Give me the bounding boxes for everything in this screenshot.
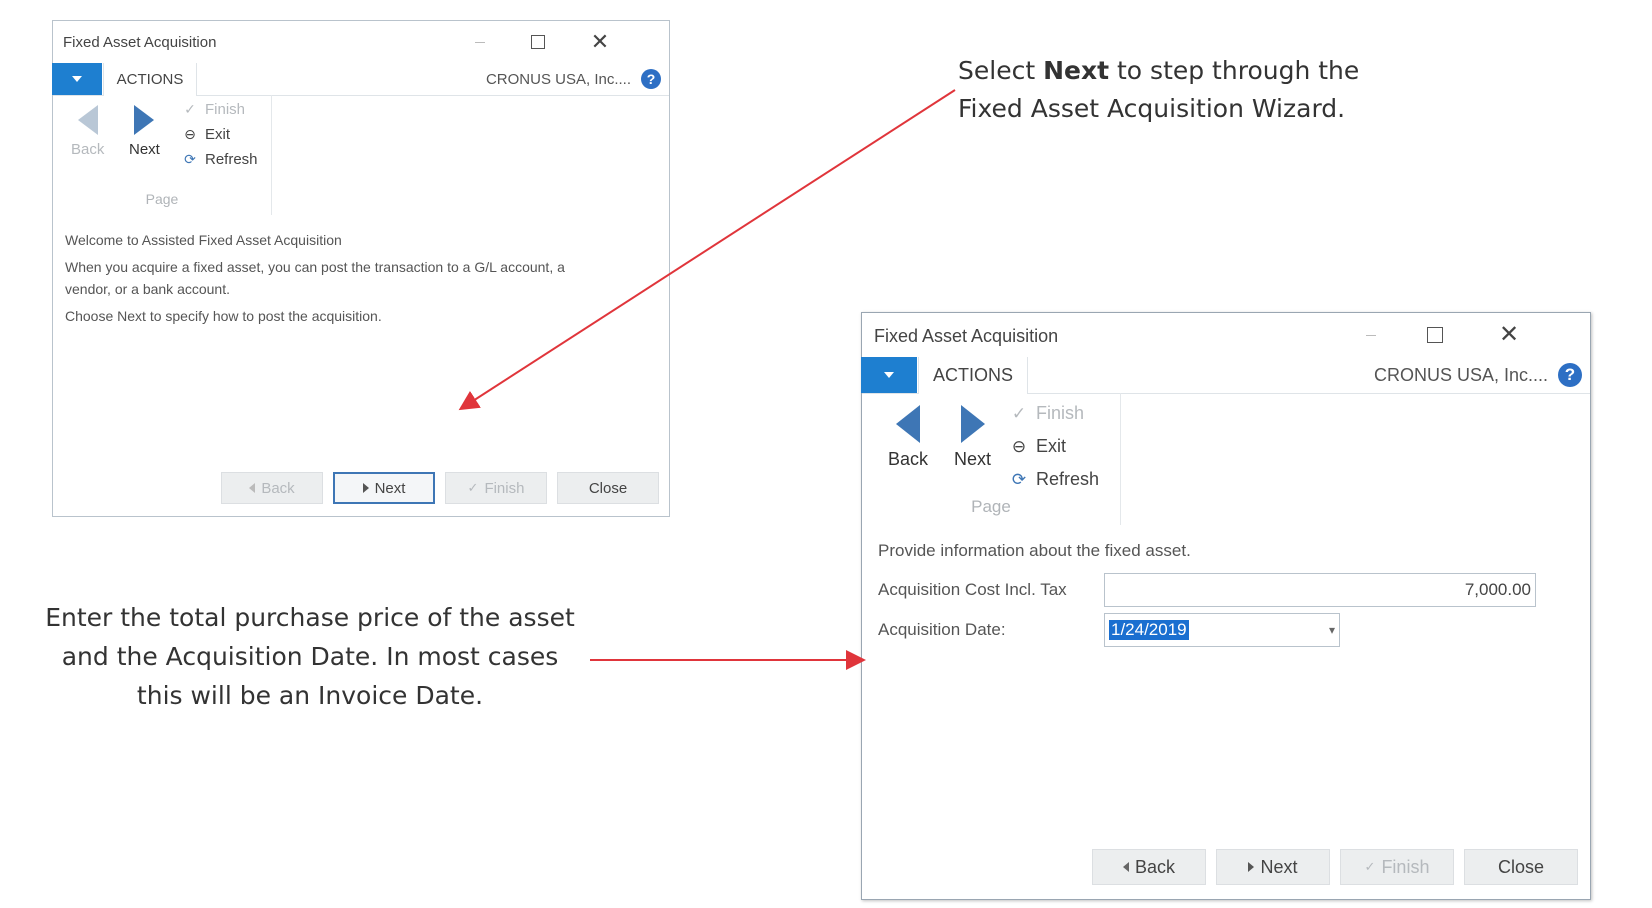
arrow-to-next-button: [458, 89, 956, 411]
annotation-arrows: [458, 89, 956, 670]
